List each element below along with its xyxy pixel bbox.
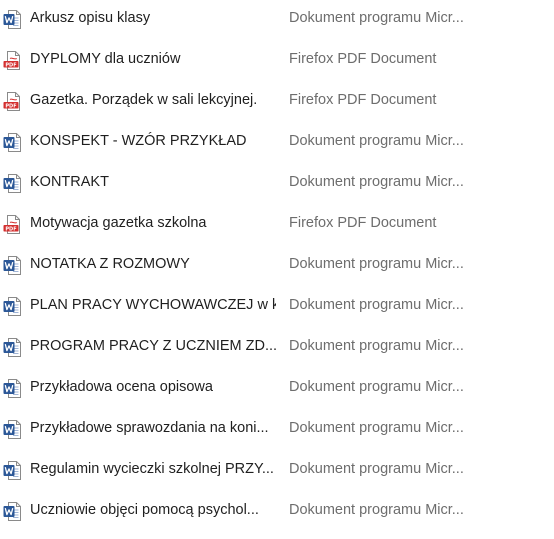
file-list: Arkusz opisu klasy Dokument programu Mic… xyxy=(0,0,554,539)
file-name: Przykładowe sprawozdania na koni... xyxy=(30,420,269,436)
file-row[interactable]: KONTRAKT Dokument programu Micr... xyxy=(0,165,554,199)
pdf-document-icon: PDF xyxy=(3,50,22,71)
word-document-icon xyxy=(3,460,22,481)
word-document-icon xyxy=(3,255,22,276)
file-row[interactable]: Arkusz opisu klasy Dokument programu Mic… xyxy=(0,1,554,35)
word-document-icon xyxy=(3,296,22,317)
file-row[interactable]: KONSPEKT - WZÓR PRZYKŁAD Dokument progra… xyxy=(0,124,554,158)
file-name: Gazetka. Porządek w sali lekcyjnej. xyxy=(30,92,258,108)
file-name: Arkusz opisu klasy xyxy=(30,10,151,26)
file-name: KONSPEKT - WZÓR PRZYKŁAD xyxy=(30,133,247,149)
file-name: Regulamin wycieczki szkolnej PRZY... xyxy=(30,461,274,477)
svg-text:PDF: PDF xyxy=(5,226,16,232)
file-row[interactable]: PDF Gazetka. Porządek w sali lekcyjnej. … xyxy=(0,83,554,117)
file-type: Dokument programu Micr... xyxy=(289,502,464,518)
svg-text:PDF: PDF xyxy=(5,62,16,68)
file-type: Firefox PDF Document xyxy=(289,92,437,108)
pdf-document-icon: PDF xyxy=(3,214,22,235)
file-row[interactable]: PDF Motywacja gazetka szkolna Firefox PD… xyxy=(0,206,554,240)
word-document-icon xyxy=(3,173,22,194)
word-document-icon xyxy=(3,9,22,30)
file-type: Dokument programu Micr... xyxy=(289,297,464,313)
file-name: Motywacja gazetka szkolna xyxy=(30,215,207,231)
file-row[interactable]: PROGRAM PRACY Z UCZNIEM ZD... Dokument p… xyxy=(0,329,554,363)
file-name: Uczniowie objęci pomocą psychol... xyxy=(30,502,259,518)
file-name: PROGRAM PRACY Z UCZNIEM ZD... xyxy=(30,338,276,354)
file-type: Dokument programu Micr... xyxy=(289,174,464,190)
file-type: Dokument programu Micr... xyxy=(289,256,464,272)
file-type: Dokument programu Micr... xyxy=(289,420,464,436)
file-type: Dokument programu Micr... xyxy=(289,338,464,354)
file-type: Dokument programu Micr... xyxy=(289,461,464,477)
file-row[interactable]: PLAN PRACY WYCHOWAWCZEJ w k... Dokument … xyxy=(0,288,554,322)
word-document-icon xyxy=(3,378,22,399)
file-row[interactable]: NOTATKA Z ROZMOWY Dokument programu Micr… xyxy=(0,247,554,281)
word-document-icon xyxy=(3,501,22,522)
word-document-icon xyxy=(3,337,22,358)
file-type: Dokument programu Micr... xyxy=(289,379,464,395)
word-document-icon xyxy=(3,132,22,153)
file-row[interactable]: Przykładowe sprawozdania na koni... Doku… xyxy=(0,411,554,445)
file-type: Firefox PDF Document xyxy=(289,51,437,67)
file-name: PLAN PRACY WYCHOWAWCZEJ w k... xyxy=(30,297,276,313)
file-row[interactable]: PDF DYPLOMY dla uczniów Firefox PDF Docu… xyxy=(0,42,554,76)
file-type: Dokument programu Micr... xyxy=(289,133,464,149)
word-document-icon xyxy=(3,419,22,440)
file-row[interactable]: Regulamin wycieczki szkolnej PRZY... Dok… xyxy=(0,452,554,486)
file-type: Dokument programu Micr... xyxy=(289,10,464,26)
file-row[interactable]: Przykładowa ocena opisowa Dokument progr… xyxy=(0,370,554,404)
file-name: NOTATKA Z ROZMOWY xyxy=(30,256,190,272)
file-row[interactable]: Uczniowie objęci pomocą psychol... Dokum… xyxy=(0,493,554,527)
file-name: Przykładowa ocena opisowa xyxy=(30,379,213,395)
file-name: KONTRAKT xyxy=(30,174,109,190)
pdf-document-icon: PDF xyxy=(3,91,22,112)
svg-text:PDF: PDF xyxy=(5,103,16,109)
file-name: DYPLOMY dla uczniów xyxy=(30,51,181,67)
file-type: Firefox PDF Document xyxy=(289,215,437,231)
